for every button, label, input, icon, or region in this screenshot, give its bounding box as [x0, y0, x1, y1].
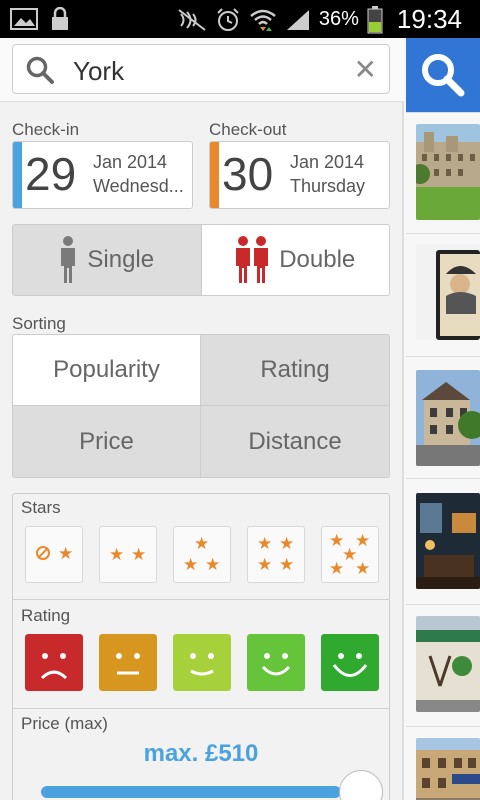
sorting-label: Sorting — [12, 314, 66, 333]
battery-icon — [367, 5, 383, 33]
checkout-label: Check-out — [209, 120, 287, 139]
price-value: max. £510 — [143, 740, 259, 767]
search-field[interactable]: York ✕ — [12, 44, 390, 94]
star-icon: ★ — [183, 555, 199, 574]
checkin-accent — [13, 142, 22, 208]
hotel-thumbnail[interactable] — [416, 244, 480, 340]
very-bad-face-icon[interactable] — [25, 634, 83, 691]
stars-0-button[interactable]: ★ — [25, 526, 83, 583]
ok-face-icon[interactable] — [173, 634, 231, 691]
hotel-thumbnail[interactable] — [416, 493, 480, 589]
star-icon: ★ — [355, 559, 371, 578]
divider — [406, 112, 480, 113]
checkout-date-picker[interactable]: 30 Jan 2014 Thursday — [209, 141, 390, 209]
stars-label: Stars — [21, 498, 61, 517]
checkin-date-picker[interactable]: 29 Jan 2014 Wednesd... — [12, 141, 193, 209]
search-row: York ✕ — [0, 38, 404, 102]
hotel-thumbnail[interactable] — [416, 370, 480, 466]
search-icon — [422, 54, 465, 97]
sort-rating[interactable]: Rating — [201, 335, 389, 406]
signal-icon — [286, 9, 309, 30]
close-icon[interactable]: ✕ — [354, 53, 377, 86]
double-room-button[interactable]: Double — [201, 225, 389, 295]
good-face-icon[interactable] — [247, 634, 305, 691]
price-label: Price (max) — [21, 714, 108, 733]
status-bar: 36% 19:34 — [0, 0, 480, 38]
checkout-day: 30 — [222, 148, 274, 200]
stars-4-button[interactable]: ★ ★ ★ ★ — [247, 526, 305, 583]
checkin-day: 29 — [25, 148, 77, 200]
divider — [406, 604, 480, 605]
checkout-weekday: Thursday — [290, 176, 366, 196]
room-type-toggle: Single Double — [12, 224, 390, 296]
double-person-icon — [236, 236, 269, 283]
hotel-thumbnail[interactable] — [416, 124, 480, 220]
double-label: Double — [279, 246, 356, 273]
star-icon: ★ — [279, 555, 295, 574]
neutral-face-icon[interactable] — [99, 634, 157, 691]
price-slider-thumb[interactable] — [339, 770, 383, 800]
clock: 19:34 — [396, 4, 462, 34]
image-icon — [10, 8, 38, 30]
divider — [406, 478, 480, 479]
stars-filter: ★ ★ ★ ★ ★ ★ ★ ★ ★ ★ ★ ★ ★ ★ ★ — [25, 526, 379, 583]
checkout-month: Jan 2014 — [290, 152, 365, 172]
star-icon: ★ — [257, 555, 273, 574]
mute-icon — [178, 8, 206, 31]
battery-percent: 36% — [318, 8, 359, 30]
search-input[interactable]: York — [73, 56, 124, 87]
divider — [406, 726, 480, 727]
sorting-options: Popularity Rating Price Distance — [12, 334, 390, 478]
star-icon: ★ — [131, 545, 147, 564]
stars-5-button[interactable]: ★ ★ ★ ★ ★ — [321, 526, 379, 583]
single-label: Single — [87, 246, 155, 273]
single-person-icon — [61, 236, 76, 283]
divider — [13, 708, 389, 709]
checkin-label: Check-in — [12, 120, 80, 139]
star-icon: ★ — [279, 534, 295, 553]
hotel-thumbnail[interactable] — [416, 738, 480, 800]
very-good-face-icon[interactable] — [321, 634, 379, 691]
sort-distance[interactable]: Distance — [201, 406, 389, 477]
checkin-weekday: Wednesd... — [93, 176, 184, 196]
filter-panel: York ✕ Check-in Check-out 29 Jan 2014 We… — [0, 38, 404, 800]
alarm-icon — [217, 7, 239, 31]
sort-popularity[interactable]: Popularity — [13, 335, 201, 406]
results-strip — [404, 38, 480, 800]
hotel-thumbnail[interactable] — [416, 616, 480, 712]
no-star-icon — [36, 546, 50, 560]
divider — [406, 356, 480, 357]
checkout-accent — [210, 142, 219, 208]
star-icon: ★ — [329, 559, 345, 578]
star-icon: ★ — [205, 555, 221, 574]
star-icon: ★ — [194, 534, 210, 553]
checkin-month: Jan 2014 — [93, 152, 168, 172]
sort-price[interactable]: Price — [13, 406, 201, 477]
single-room-button[interactable]: Single — [13, 225, 202, 295]
star-icon: ★ — [257, 534, 273, 553]
divider — [13, 599, 389, 600]
filters-box: Stars ★ ★ ★ ★ ★ ★ ★ ★ ★ ★ ★ ★ ★ ★ ★ Rati… — [12, 493, 390, 800]
search-button[interactable] — [406, 38, 480, 112]
star-icon: ★ — [58, 544, 74, 563]
rating-filter — [25, 634, 379, 691]
rating-label: Rating — [21, 606, 71, 625]
star-icon: ★ — [109, 545, 125, 564]
stars-2-button[interactable]: ★ ★ — [99, 526, 157, 583]
lock-icon — [52, 7, 68, 30]
star-icon: ★ — [355, 531, 371, 550]
stars-3-button[interactable]: ★ ★ ★ — [173, 526, 231, 583]
wifi-icon — [250, 9, 276, 31]
divider — [406, 233, 480, 234]
search-icon — [26, 56, 54, 84]
price-slider-track[interactable] — [41, 786, 341, 798]
